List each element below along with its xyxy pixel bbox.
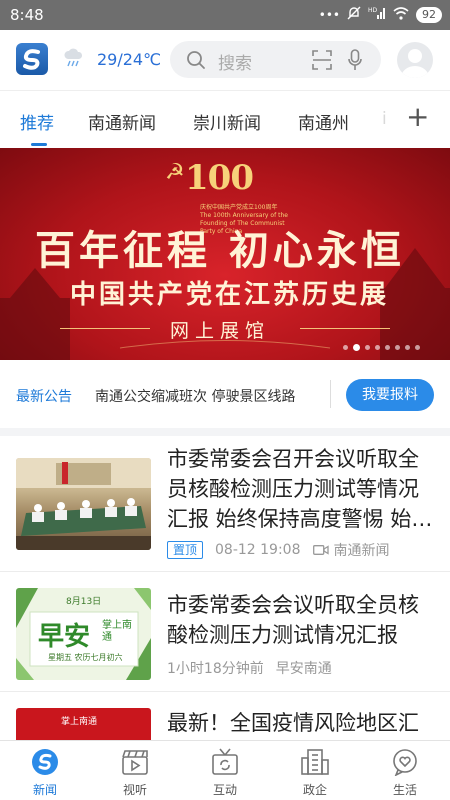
tab-recommend[interactable]: 推荐 <box>20 109 54 134</box>
heart-chat-icon <box>393 749 417 776</box>
carousel-dot[interactable] <box>375 345 380 350</box>
party-emblem-icon: ☭ <box>165 160 185 185</box>
news-thumbnail: 掌上南通 <box>16 708 151 740</box>
notice-label: 最新公告 <box>16 389 72 405</box>
banner-rule-left <box>60 328 150 329</box>
bottom-nav: 新闻 视听 互动 政企 生活 <box>0 740 450 800</box>
signal-icon: HD <box>368 6 386 23</box>
search-placeholder[interactable]: 搜索 <box>218 49 252 74</box>
tab-fade <box>372 91 400 147</box>
banner-number: 100 <box>185 158 254 198</box>
thumb-morning-text: 早安 <box>38 622 91 652</box>
avatar[interactable] <box>397 42 433 78</box>
more-dots-icon: ••• <box>318 7 340 22</box>
notice-text[interactable]: 南通公交缩减班次 停驶景区线路 <box>95 386 295 406</box>
battery-indicator: 92 <box>416 6 442 23</box>
nav-video[interactable]: 视听 <box>90 741 180 800</box>
notice-bar: 最新公告 南通公交缩减班次 停驶景区线路 我要报料 <box>0 360 450 428</box>
nav-label: 新闻 <box>32 783 57 797</box>
news-title[interactable]: 最新！全国疫情风险地区汇 <box>167 708 433 738</box>
tab-nantong-news[interactable]: 南通新闻 <box>88 109 156 134</box>
nav-label: 视听 <box>122 783 147 797</box>
news-title[interactable]: 市委常委会召开会议听取全员核酸检测压力测试等情况汇报 始终保持高度警惕 始… <box>167 444 433 534</box>
mute-icon <box>347 6 361 23</box>
nav-interact[interactable]: 互动 <box>180 741 270 800</box>
active-tab-indicator <box>31 143 47 146</box>
carousel-dot[interactable] <box>385 345 390 350</box>
status-time: 8:48 <box>10 6 44 24</box>
banner-carousel[interactable]: ☭ 100 庆祝中国共产党成立100周年 The 100th Anniversa… <box>0 148 450 360</box>
news-thumbnail <box>16 458 151 550</box>
news-title[interactable]: 市委常委会会议听取全员核酸检测压力测试情况汇报 <box>167 590 433 650</box>
news-source: 早安南通 <box>275 661 332 677</box>
news-thumbnail: 8月13日 早安 掌上南通 星期五 农历七月初六 <box>16 588 151 680</box>
news-time: 08-12 19:08 <box>215 542 301 558</box>
clapperboard-icon <box>122 750 148 775</box>
search-bar[interactable]: 搜索 <box>170 41 381 78</box>
banner-title: 百年征程 初心永恒 <box>35 227 405 274</box>
wifi-icon <box>393 6 409 23</box>
pinned-badge: 置顶 <box>167 541 204 559</box>
nav-label: 政企 <box>302 783 327 797</box>
tv-refresh-icon <box>212 748 238 775</box>
news-meta: 置顶 08-12 19:08 南通新闻 <box>167 540 390 560</box>
top-bar: 29/24℃ 搜索 <box>0 30 450 90</box>
scan-icon[interactable] <box>312 50 332 74</box>
building-icon <box>301 749 329 775</box>
carousel-dots <box>343 344 420 351</box>
news-source: 南通新闻 <box>333 543 390 559</box>
add-channel-icon[interactable]: + <box>406 103 429 131</box>
notice-divider <box>330 380 331 408</box>
carousel-dot-active[interactable] <box>353 344 360 351</box>
search-icon <box>186 50 206 74</box>
nav-life[interactable]: 生活 <box>360 741 450 800</box>
carousel-dot[interactable] <box>365 345 370 350</box>
news-item[interactable]: 市委常委会召开会议听取全员核酸检测压力测试等情况汇报 始终保持高度警惕 始… 置… <box>0 436 450 572</box>
tab-chongchuan-news[interactable]: 崇川新闻 <box>193 109 261 134</box>
microphone-icon[interactable] <box>348 49 362 75</box>
channel-tabs: 推荐 南通新闻 崇川新闻 南通州 i + <box>0 90 450 148</box>
report-button[interactable]: 我要报料 <box>346 379 434 411</box>
banner-rule-right <box>300 328 390 329</box>
banner-subtitle-cn: 庆祝中国共产党成立100周年 <box>200 204 278 211</box>
status-bar: 8:48 ••• HD 92 <box>0 0 450 30</box>
tab-nantongzhou[interactable]: 南通州 <box>298 109 349 134</box>
news-source-wrap: 南通新闻 <box>312 540 390 560</box>
carousel-dot[interactable] <box>405 345 410 350</box>
nav-label: 互动 <box>212 783 237 797</box>
news-meta: 1小时18分钟前 早安南通 <box>167 658 332 678</box>
app-logo-icon[interactable] <box>16 43 48 75</box>
carousel-dot[interactable] <box>415 345 420 350</box>
nav-label: 生活 <box>392 783 417 797</box>
news-item[interactable]: 8月13日 早安 掌上南通 星期五 农历七月初六 市委常委会会议听取全员核酸检测… <box>0 572 450 692</box>
carousel-dot[interactable] <box>395 345 400 350</box>
thumb-date: 8月13日 <box>66 597 102 607</box>
news-logo-icon <box>32 749 58 775</box>
news-time: 1小时18分钟前 <box>167 661 264 677</box>
thumb-brand: 掌上南通 <box>61 717 98 727</box>
banner-caption: 网上展馆 <box>170 320 271 342</box>
temperature-text[interactable]: 29/24℃ <box>97 50 161 69</box>
video-icon <box>312 545 329 555</box>
cloud-rain-icon <box>63 48 85 68</box>
nav-government[interactable]: 政企 <box>270 741 360 800</box>
thumb-brand: 掌上南通 <box>102 620 132 643</box>
thumb-weekday: 星期五 农历七月初六 <box>48 653 123 662</box>
news-item[interactable]: 掌上南通 最新！全国疫情风险地区汇 <box>0 692 450 740</box>
carousel-dot[interactable] <box>343 345 348 350</box>
status-icons: ••• HD 92 <box>319 6 442 23</box>
section-gap <box>0 428 450 436</box>
nav-news[interactable]: 新闻 <box>0 741 90 800</box>
banner-subtitle2: 中国共产党在江苏历史展 <box>70 280 390 310</box>
svg-text:HD: HD <box>368 7 378 14</box>
